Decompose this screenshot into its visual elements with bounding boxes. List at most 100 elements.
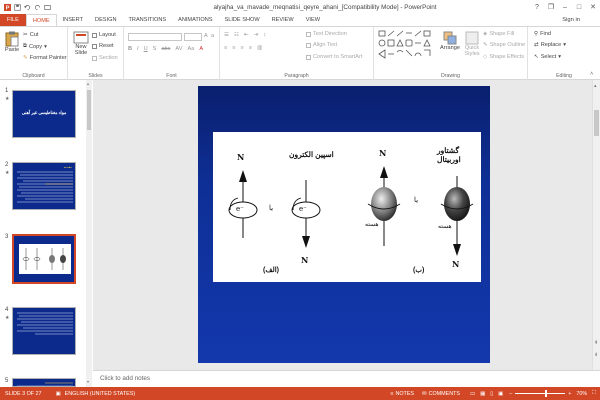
cut-button[interactable]: ✂ Cut	[23, 32, 38, 38]
sign-in-link[interactable]: Sign in	[562, 14, 600, 26]
reading-view-icon[interactable]: ▯	[490, 391, 493, 397]
thumbnail-scroll-thumb[interactable]	[87, 90, 91, 130]
new-slide-button[interactable]: New Slide	[71, 31, 91, 56]
font-size-combo[interactable]	[184, 33, 202, 41]
slide-sorter-icon[interactable]: ▦	[480, 391, 485, 397]
ribbon-display-icon[interactable]: ❐	[544, 1, 558, 13]
thumbnail-scrollbar[interactable]: ▴ ▾	[86, 80, 92, 387]
south-pole-label: N	[301, 255, 309, 265]
minimize-icon[interactable]: –	[558, 1, 572, 13]
save-icon[interactable]	[14, 3, 21, 11]
spellcheck-icon[interactable]: ▣	[56, 391, 61, 397]
undo-icon[interactable]	[24, 4, 31, 11]
grow-font-icon[interactable]: A	[204, 33, 208, 39]
tab-design[interactable]: DESIGN	[89, 14, 122, 26]
section-button[interactable]: Section	[92, 55, 118, 61]
notes-toggle-label[interactable]: NOTES	[395, 391, 414, 397]
maximize-icon[interactable]: □	[572, 1, 586, 13]
normal-view-icon[interactable]: ▭	[470, 391, 475, 397]
increase-indent-icon[interactable]: ⇥	[254, 32, 259, 38]
find-button[interactable]: ⚲ Find	[534, 31, 551, 37]
tab-slide-show[interactable]: SLIDE SHOW	[219, 14, 266, 26]
columns-icon[interactable]: ▥	[257, 45, 262, 51]
bold-icon[interactable]: B	[128, 46, 132, 52]
slideshow-start-icon[interactable]	[44, 4, 51, 11]
align-text-button[interactable]: Align Text	[306, 42, 337, 48]
tab-file[interactable]: FILE	[0, 14, 26, 26]
slide-scroll-thumb[interactable]	[594, 110, 599, 136]
tab-insert[interactable]: INSERT	[57, 14, 89, 26]
tab-review[interactable]: REVIEW	[266, 14, 300, 26]
scroll-up-icon[interactable]: ▴	[594, 83, 600, 89]
char-spacing-icon[interactable]: AV	[175, 46, 182, 52]
language-indicator[interactable]: ENGLISH (UNITED STATES)	[65, 391, 135, 397]
align-center-icon[interactable]: ≡	[232, 45, 235, 51]
underline-icon[interactable]: U	[144, 46, 148, 52]
italic-icon[interactable]: I	[137, 46, 139, 52]
tab-home[interactable]: HOME	[25, 14, 57, 26]
thumb-title: مقدمه	[63, 165, 72, 169]
align-left-icon[interactable]: ≡	[224, 45, 227, 51]
slide-thumbnail-2[interactable]: مقدمه	[12, 162, 76, 210]
tab-view[interactable]: VIEW	[300, 14, 326, 26]
slide-thumbnail-4[interactable]	[12, 307, 76, 355]
fit-to-window-icon[interactable]: ⛶	[592, 390, 596, 397]
change-case-icon[interactable]: Aa	[187, 46, 194, 52]
notes-toggle-icon[interactable]: ≡	[390, 391, 393, 397]
svg-text:P: P	[6, 5, 10, 10]
bullets-icon[interactable]: ☰	[224, 32, 229, 38]
decrease-indent-icon[interactable]: ⇤	[244, 32, 249, 38]
comments-icon[interactable]: ✉	[422, 391, 427, 397]
close-icon[interactable]: ✕	[586, 1, 600, 13]
tab-transitions[interactable]: TRANSITIONS	[122, 14, 172, 26]
shape-effects-button[interactable]: ◇ Shape Effects	[483, 54, 524, 60]
select-button[interactable]: ↖ Select ▾	[534, 54, 561, 60]
slide-scrollbar[interactable]: ▴ ⇞ ⇟	[592, 80, 600, 370]
shapes-gallery-icon[interactable]	[378, 30, 438, 62]
tab-animations[interactable]: ANIMATIONS	[172, 14, 218, 26]
window-controls: ? ❐ – □ ✕	[530, 1, 600, 13]
font-color-icon[interactable]: A	[199, 46, 203, 52]
layout-button[interactable]: Layout	[92, 32, 116, 38]
help-icon[interactable]: ?	[530, 1, 544, 13]
slide-thumbnail-5[interactable]	[12, 378, 76, 387]
paste-button[interactable]: Paste	[3, 31, 21, 53]
slide-thumbnail-1[interactable]: مواد مغناطیسی غیر آهنی	[12, 90, 76, 138]
scroll-up-icon[interactable]: ▴	[87, 82, 91, 86]
shadow-icon[interactable]: S	[153, 46, 157, 52]
previous-slide-icon[interactable]: ⇞	[594, 340, 600, 346]
reset-button[interactable]: Reset	[92, 43, 114, 49]
notes-pane[interactable]: Click to add notes	[93, 370, 600, 387]
zoom-out-icon[interactable]: –	[509, 391, 512, 397]
zoom-level[interactable]: 70%	[576, 391, 587, 397]
comments-label[interactable]: COMMENTS	[429, 391, 460, 397]
redo-icon[interactable]	[34, 4, 41, 11]
thumb-number: 4	[5, 307, 9, 313]
justify-icon[interactable]: ≡	[249, 45, 252, 51]
font-name-combo[interactable]	[128, 33, 182, 41]
shape-fill-button[interactable]: ◈ Shape Fill	[483, 31, 514, 37]
align-right-icon[interactable]: ≡	[241, 45, 244, 51]
quick-styles-button[interactable]: Quick Styles	[462, 31, 482, 57]
slideshow-view-icon[interactable]: ▣	[498, 391, 503, 397]
strikethrough-icon[interactable]: abc	[161, 46, 170, 52]
convert-smartart-button[interactable]: Convert to SmartArt	[306, 54, 362, 60]
current-slide[interactable]: N N N N e⁻ e⁻ یا یا اسپین الکترون گشتاور…	[198, 86, 490, 363]
replace-button[interactable]: ⇄ Replace ▾	[534, 42, 566, 48]
zoom-slider[interactable]	[515, 390, 566, 397]
shrink-font-icon[interactable]: a	[211, 33, 214, 39]
zoom-in-icon[interactable]: +	[568, 391, 571, 397]
scroll-down-icon[interactable]: ▾	[87, 380, 91, 384]
collapse-ribbon-icon[interactable]: ˄	[590, 71, 593, 77]
arrange-button[interactable]: Arrange	[439, 31, 461, 51]
next-slide-icon[interactable]: ⇟	[594, 352, 600, 358]
numbering-icon[interactable]: ☷	[234, 32, 239, 38]
shape-outline-button[interactable]: ✎ Shape Outline	[483, 42, 525, 48]
slide-figure[interactable]: N N N N e⁻ e⁻ یا یا اسپین الکترون گشتاور…	[213, 132, 481, 282]
zoom-slider-handle[interactable]	[545, 390, 548, 397]
text-direction-button[interactable]: Text Direction	[306, 31, 347, 37]
format-painter-button[interactable]: ✎ Format Painter	[23, 55, 67, 61]
line-spacing-icon[interactable]: ↕	[263, 32, 266, 38]
slide-thumbnail-3-selected[interactable]	[12, 234, 76, 284]
copy-button[interactable]: ⧉ Copy ▾	[23, 43, 47, 50]
